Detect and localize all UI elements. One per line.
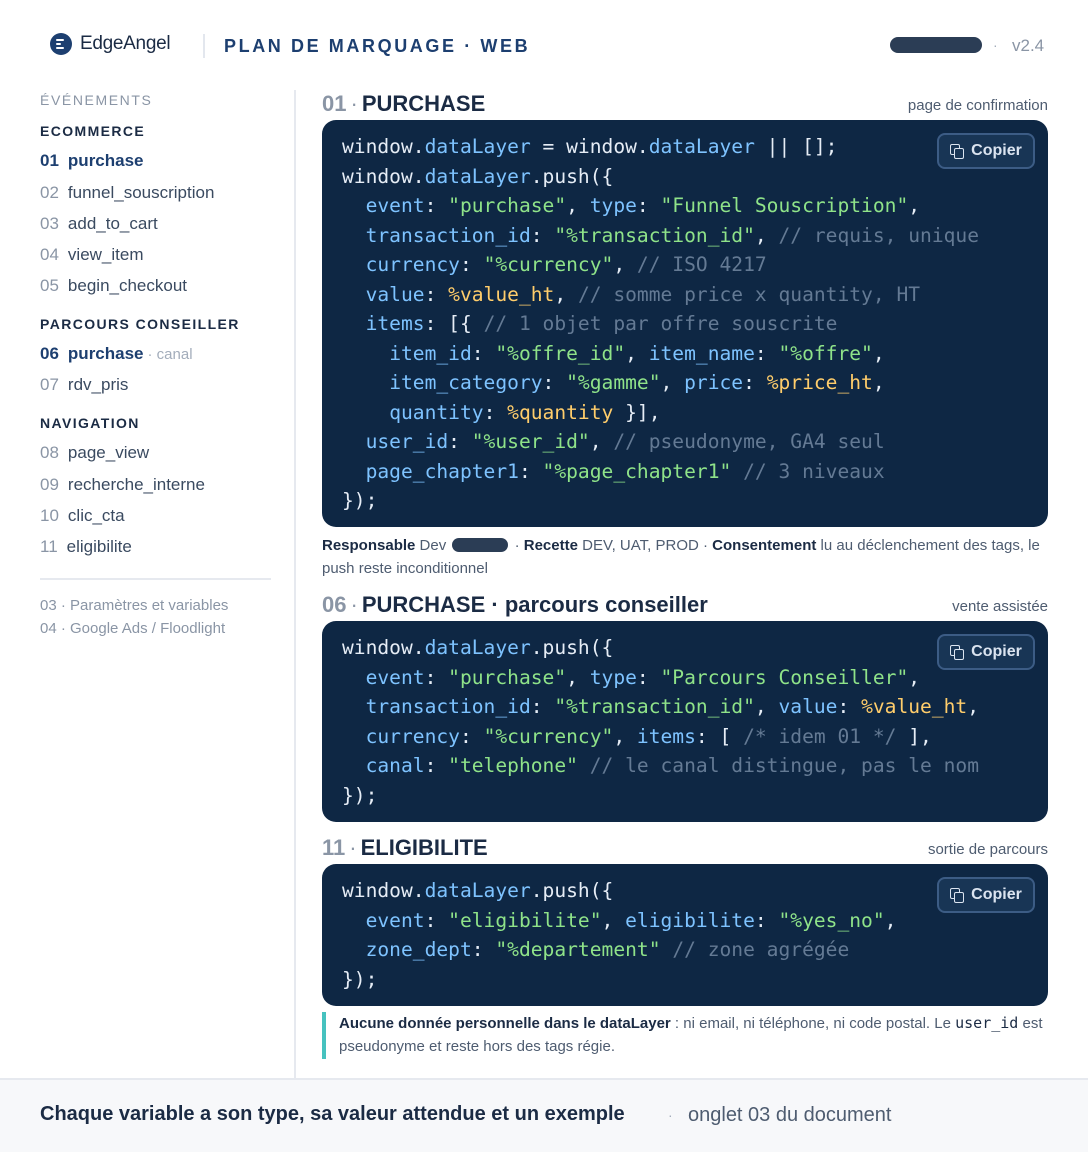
- sidebar-item-number: 08: [40, 443, 59, 462]
- meta-recette-label: Recette: [523, 537, 578, 554]
- copy-button[interactable]: Copier: [937, 634, 1035, 670]
- sidebar-item-08-page-view[interactable]: 08 page_view: [40, 443, 149, 463]
- sidebar-item-11-eligibilite[interactable]: 11 eligibilite: [40, 537, 132, 557]
- sidebar-item-label: view_item: [67, 245, 144, 264]
- brand-logo[interactable]: EdgeAngel: [50, 33, 171, 55]
- page-title: PLAN DE MARQUAGE · WEB: [224, 36, 531, 56]
- sidebar-group-parcours-conseiller: PARCOURS CONSEILLER: [40, 316, 240, 332]
- section-dot: ·: [350, 592, 358, 617]
- code-content[interactable]: window.dataLayer = window.dataLayer || […: [342, 132, 979, 516]
- sidebar-link-google-ads[interactable]: 04 · Google Ads / Floodlight: [40, 620, 225, 637]
- code-block-purchase[interactable]: window.dataLayer = window.dataLayer || […: [322, 120, 1048, 527]
- sidebar-group-navigation: NAVIGATION: [40, 415, 140, 431]
- section-note: sortie de parcours: [927, 841, 1048, 858]
- sidebar-item-number: 02: [40, 183, 59, 202]
- meta-recette-value: DEV, UAT, PROD: [582, 537, 699, 554]
- copy-icon: [950, 887, 965, 903]
- sidebar-item-label: recherche_interne: [67, 475, 205, 494]
- footer-title: Chaque variable a son type, sa valeur at…: [40, 1103, 625, 1125]
- section-note: vente assistée: [952, 598, 1048, 615]
- sidebar-item-03-add-to-cart[interactable]: 03 add_to_cart: [40, 214, 158, 234]
- sidebar-vertical-divider: [294, 90, 296, 1078]
- privacy-callout: Aucune donnée personnelle dans le dataLa…: [322, 1012, 1048, 1059]
- copy-icon: [950, 644, 965, 660]
- sidebar-item-number: 07: [40, 375, 59, 394]
- section-number: 06: [322, 592, 347, 617]
- copy-button[interactable]: Copier: [937, 133, 1035, 169]
- meta-consent-label: Consentement: [712, 537, 817, 554]
- sidebar-item-label: funnel_souscription: [67, 183, 215, 202]
- meta-owner-label: Responsable: [322, 537, 416, 554]
- callout-bold: Aucune donnée personnelle dans le dataLa…: [339, 1015, 671, 1032]
- code-block-purchase-conseiller[interactable]: window.dataLayer.push({ event: "purchase…: [322, 621, 1048, 822]
- sidebar-item-number: 01: [40, 151, 59, 170]
- sidebar-item-09-recherche-interne[interactable]: 09 recherche_interne: [40, 475, 205, 495]
- edgeangel-logo-icon: [50, 33, 72, 55]
- meta-owner-value: Dev: [419, 537, 447, 554]
- sidebar-heading: ÉVÉNEMENTS: [40, 92, 153, 108]
- section-dot: ·: [350, 91, 358, 116]
- sidebar-item-label: add_to_cart: [67, 214, 158, 233]
- sidebar-item-number: 10: [40, 506, 59, 525]
- sidebar-item-06-purchase[interactable]: 06 purchase · canal: [40, 344, 193, 364]
- sidebar-item-number: 04: [40, 245, 59, 264]
- section-title-text: PURCHASE · parcours conseiller: [361, 592, 708, 617]
- section-meta-info: Responsable Dev · Recette DEV, UAT, PROD…: [322, 534, 1048, 580]
- code-content[interactable]: window.dataLayer.push({ event: "purchase…: [342, 633, 979, 810]
- footer-note: onglet 03 du document: [688, 1104, 892, 1126]
- version-label: v2.4: [1012, 36, 1045, 55]
- copy-icon: [950, 143, 965, 159]
- section-dot: ·: [349, 835, 357, 860]
- redacted-name: [890, 37, 982, 53]
- sidebar-item-07-rdv-pris[interactable]: 07 rdv_pris: [40, 375, 128, 395]
- callout-text: : ni email, ni téléphone, ni code postal…: [670, 1015, 956, 1032]
- sidebar-item-10-clic-cta[interactable]: 10 clic_cta: [40, 506, 125, 526]
- section-number: 11: [322, 835, 346, 860]
- page-footer: Chaque variable a son type, sa valeur at…: [0, 1078, 1088, 1152]
- brand-name: EdgeAngel: [80, 33, 171, 54]
- sidebar-item-number: 11: [40, 537, 58, 556]
- section-note: page de confirmation: [907, 97, 1048, 114]
- sidebar-item-05-begin-checkout[interactable]: 05 begin_checkout: [40, 276, 187, 296]
- copy-button[interactable]: Copier: [937, 877, 1035, 913]
- header-divider: [203, 34, 205, 58]
- section-title-text: PURCHASE: [361, 91, 486, 116]
- page-header: EdgeAngel PLAN DE MARQUAGE · WEB · v2.4: [0, 0, 1088, 90]
- sidebar-item-number: 05: [40, 276, 59, 295]
- sidebar-link-parametres[interactable]: 03 · Paramètres et variables: [40, 597, 228, 614]
- callout-code: user_id: [955, 1014, 1019, 1032]
- sidebar-item-label: purchase: [67, 151, 144, 170]
- header-separator: ·: [993, 37, 998, 53]
- section-title-purchase-conseiller: 06 · PURCHASE · parcours conseiller: [322, 592, 708, 618]
- redacted-owner: [452, 538, 509, 552]
- code-block-eligibilite[interactable]: window.dataLayer.push({ event: "eligibil…: [322, 864, 1048, 1006]
- sidebar-item-extra: · canal: [147, 346, 193, 363]
- copy-button-label: Copier: [971, 643, 1022, 660]
- sidebar-item-label: rdv_pris: [67, 375, 129, 394]
- sidebar-item-number: 09: [40, 475, 59, 494]
- sidebar-divider: [40, 578, 271, 580]
- meta-separator: ·: [703, 537, 708, 554]
- sidebar-item-label: purchase: [67, 344, 144, 363]
- sidebar-item-label: begin_checkout: [67, 276, 188, 295]
- sidebar-item-02-funnel-souscription[interactable]: 02 funnel_souscription: [40, 183, 214, 203]
- sidebar-item-number: 03: [40, 214, 59, 233]
- sidebar-item-number: 06: [40, 344, 59, 363]
- code-content[interactable]: window.dataLayer.push({ event: "eligibil…: [342, 876, 896, 994]
- sidebar-item-label: eligibilite: [66, 537, 132, 556]
- sidebar-item-label: page_view: [67, 443, 150, 462]
- sidebar-item-04-view-item[interactable]: 04 view_item: [40, 245, 144, 265]
- footer-separator: ·: [668, 1107, 673, 1123]
- sidebar-group-ecommerce: ECOMMERCE: [40, 123, 146, 139]
- meta-separator: ·: [514, 537, 520, 554]
- sidebar-item-label: clic_cta: [67, 506, 125, 525]
- section-title-text: ELIGIBILITE: [360, 835, 488, 860]
- copy-button-label: Copier: [971, 142, 1022, 159]
- sidebar-item-01-purchase[interactable]: 01 purchase: [40, 151, 144, 171]
- section-title-eligibilite: 11 · ELIGIBILITE: [322, 835, 488, 861]
- section-title-purchase: 01 · PURCHASE: [322, 91, 485, 117]
- section-number: 01: [322, 91, 347, 116]
- copy-button-label: Copier: [971, 886, 1022, 903]
